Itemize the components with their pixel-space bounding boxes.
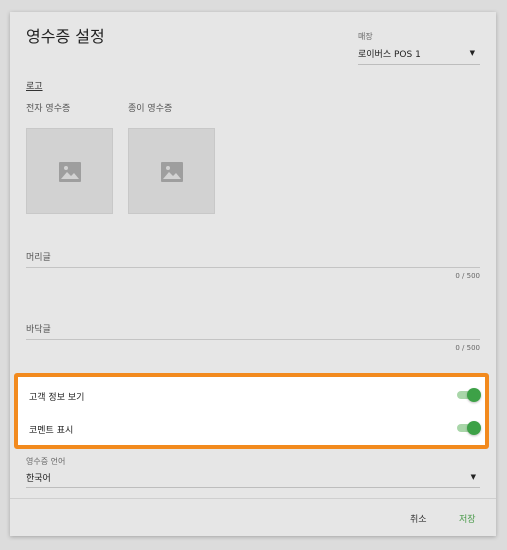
- show-comments-toggle[interactable]: [457, 421, 481, 435]
- header-text-field[interactable]: 머리글 0 / 500: [26, 250, 480, 286]
- receipt-language-value: 한국어: [26, 474, 51, 484]
- header-text-label: 머리글: [26, 253, 51, 263]
- receipt-language-label: 영수증 언어: [26, 457, 66, 466]
- store-select-label: 매장: [358, 32, 373, 41]
- header-text-underline: [26, 267, 480, 268]
- dropdown-arrow-icon: ▼: [470, 473, 476, 481]
- header-text-counter: 0 / 500: [455, 272, 480, 280]
- footer-text-counter: 0 / 500: [455, 344, 480, 352]
- show-comments-row: 코멘트 표시: [29, 419, 481, 439]
- toggle-knob: [467, 388, 481, 402]
- receipt-settings-dialog: 영수증 설정 매장 로이버스 POS 1 ▼ 로고 전자 영수증 종이 영수증 …: [10, 12, 496, 536]
- electronic-receipt-label: 전자 영수증: [26, 104, 71, 114]
- show-comments-label: 코멘트 표시: [29, 426, 74, 436]
- dialog-title: 영수증 설정: [26, 27, 105, 46]
- dropdown-arrow-icon: ▼: [469, 49, 475, 57]
- electronic-receipt-logo-upload[interactable]: [26, 128, 113, 214]
- save-button[interactable]: 저장: [459, 512, 476, 525]
- footer-text-label: 바닥글: [26, 325, 51, 335]
- paper-receipt-logo-upload[interactable]: [128, 128, 215, 214]
- image-placeholder-icon: [59, 162, 81, 182]
- image-placeholder-icon: [161, 162, 183, 182]
- highlighted-toggle-section: 고객 정보 보기 코멘트 표시: [14, 373, 489, 449]
- show-customer-info-row: 고객 정보 보기: [29, 386, 481, 406]
- footer-divider: [10, 498, 496, 499]
- footer-text-underline: [26, 339, 480, 340]
- store-select[interactable]: 로이버스 POS 1 ▼: [358, 45, 480, 65]
- show-customer-info-label: 고객 정보 보기: [29, 393, 85, 403]
- cancel-button[interactable]: 취소: [410, 512, 427, 525]
- logo-heading: 로고: [26, 82, 43, 92]
- store-select-value: 로이버스 POS 1: [358, 50, 421, 60]
- show-customer-info-toggle[interactable]: [457, 388, 481, 402]
- receipt-language-select[interactable]: 한국어 ▼: [26, 468, 480, 488]
- toggle-knob: [467, 421, 481, 435]
- footer-text-field[interactable]: 바닥글 0 / 500: [26, 322, 480, 358]
- paper-receipt-label: 종이 영수증: [128, 104, 173, 114]
